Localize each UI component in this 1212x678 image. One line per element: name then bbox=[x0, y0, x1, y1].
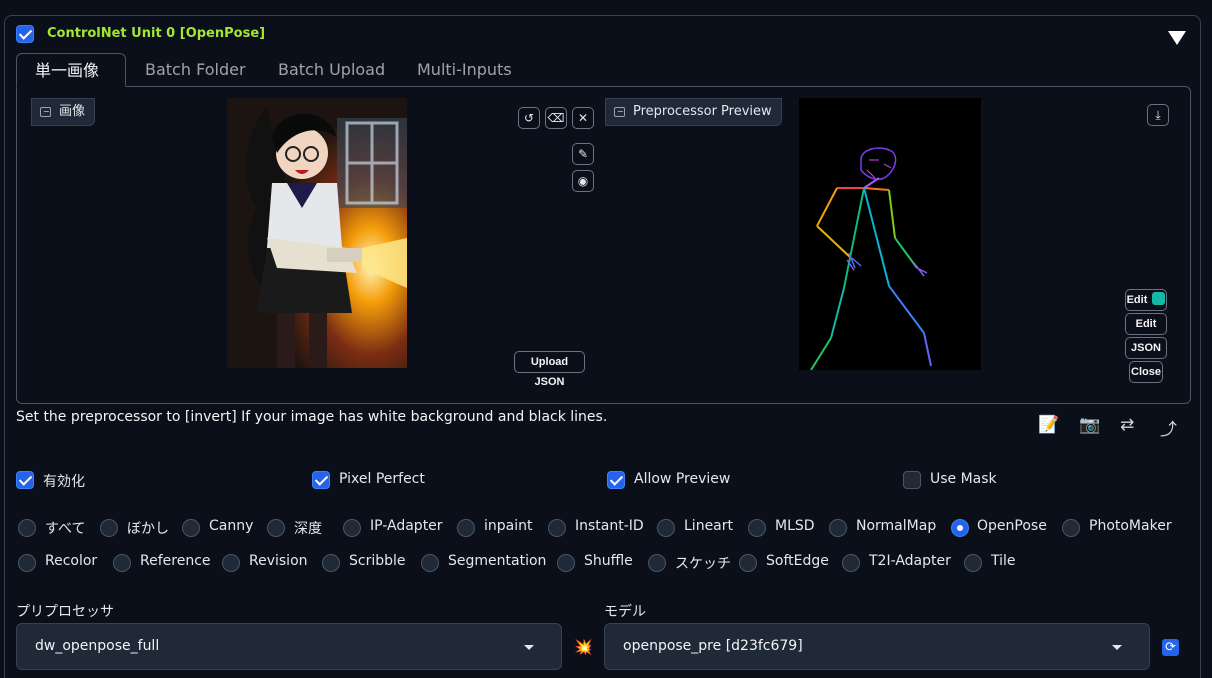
allow-preview-label: Allow Preview bbox=[634, 471, 731, 487]
tab-batch-folder[interactable]: Batch Folder bbox=[127, 53, 264, 87]
image-label: 画像 bbox=[31, 98, 96, 126]
radio-segmentation[interactable] bbox=[421, 554, 439, 572]
unit-enable-checkbox[interactable] bbox=[16, 25, 34, 43]
upload-json-button[interactable]: Upload JSON bbox=[514, 351, 585, 388]
radio-t2i-adapter-label: T2I-Adapter bbox=[869, 553, 951, 569]
radio-all[interactable] bbox=[18, 519, 36, 537]
radio-canny-label: Canny bbox=[209, 518, 254, 534]
radio-mlsd-label: MLSD bbox=[775, 518, 815, 534]
close-button[interactable]: Close bbox=[1129, 361, 1163, 383]
radio-normalmap-label: NormalMap bbox=[856, 518, 937, 534]
model-select[interactable]: openpose_pre [d23fc679] bbox=[604, 623, 1150, 670]
radio-inpaint-label: inpaint bbox=[484, 518, 533, 534]
image-icon bbox=[614, 107, 625, 117]
edit-photopea-label: Edit bbox=[1126, 294, 1148, 306]
radio-inpaint[interactable] bbox=[457, 519, 475, 537]
radio-photomaker[interactable] bbox=[1062, 519, 1080, 537]
radio-sketch-label: スケッチ bbox=[675, 556, 731, 572]
preprocessor-hint: Set the preprocessor to [invert] If your… bbox=[16, 409, 608, 425]
radio-photomaker-label: PhotoMaker bbox=[1089, 518, 1172, 534]
tab-content bbox=[16, 86, 1191, 404]
download-icon[interactable]: ⤓ bbox=[1147, 104, 1169, 126]
radio-mlsd[interactable] bbox=[748, 519, 766, 537]
radio-revision[interactable] bbox=[222, 554, 240, 572]
unit-title: ControlNet Unit 0 [OpenPose] bbox=[47, 26, 266, 41]
radio-canny[interactable] bbox=[182, 519, 200, 537]
radio-sketch[interactable] bbox=[648, 554, 666, 572]
radio-tile-label: Tile bbox=[991, 553, 1016, 569]
radio-blur-label: ぼかし bbox=[127, 521, 169, 537]
use-mask-label: Use Mask bbox=[930, 471, 997, 487]
enable-checkbox[interactable] bbox=[16, 471, 34, 489]
preview-label-text: Preprocessor Preview bbox=[633, 104, 772, 119]
tab-multi-inputs[interactable]: Multi-Inputs bbox=[399, 53, 530, 87]
preprocessor-select[interactable]: dw_openpose_full bbox=[16, 623, 562, 670]
radio-recolor-label: Recolor bbox=[45, 553, 98, 569]
refresh-icon[interactable]: ⟳ bbox=[1162, 639, 1179, 656]
radio-lineart-label: Lineart bbox=[684, 518, 733, 534]
radio-tile[interactable] bbox=[964, 554, 982, 572]
close-icon[interactable]: ✕ bbox=[572, 107, 594, 129]
tab-single-image[interactable]: 単一画像 bbox=[16, 53, 126, 87]
radio-depth[interactable] bbox=[267, 519, 285, 537]
notepad-icon[interactable]: 📝 bbox=[1038, 415, 1059, 435]
allow-preview-checkbox[interactable] bbox=[607, 471, 625, 489]
json-button[interactable]: JSON bbox=[1125, 337, 1167, 359]
enable-label: 有効化 bbox=[43, 474, 85, 490]
edit-photopea-button[interactable]: Edit bbox=[1125, 289, 1167, 311]
brush-icon[interactable]: ✎ bbox=[572, 143, 594, 165]
radio-openpose-label: OpenPose bbox=[977, 518, 1047, 534]
preview-label: Preprocessor Preview bbox=[605, 98, 782, 126]
radio-revision-label: Revision bbox=[249, 553, 308, 569]
send-arrow-icon[interactable]: ⤴ bbox=[1160, 415, 1177, 440]
preprocessor-value: dw_openpose_full bbox=[35, 638, 160, 654]
chevron-down-icon bbox=[524, 645, 534, 650]
radio-shuffle-label: Shuffle bbox=[584, 553, 633, 569]
image-label-text: 画像 bbox=[59, 104, 86, 119]
camera-icon[interactable]: 📷 bbox=[1079, 415, 1100, 435]
edit-button[interactable]: Edit bbox=[1125, 313, 1167, 335]
radio-t2i-adapter[interactable] bbox=[842, 554, 860, 572]
radio-lineart[interactable] bbox=[657, 519, 675, 537]
collapse-arrow-icon[interactable] bbox=[1168, 31, 1186, 45]
radio-scribble[interactable] bbox=[322, 554, 340, 572]
palette-icon[interactable]: ◉ bbox=[572, 170, 594, 192]
undo-icon[interactable]: ↺ bbox=[518, 107, 540, 129]
eraser-icon[interactable]: ⌫ bbox=[545, 107, 567, 129]
photopea-icon bbox=[1152, 292, 1166, 305]
radio-softedge[interactable] bbox=[739, 554, 757, 572]
use-mask-checkbox[interactable] bbox=[903, 471, 921, 489]
explosion-icon[interactable]: 💥 bbox=[574, 638, 593, 656]
radio-softedge-label: SoftEdge bbox=[766, 553, 829, 569]
radio-ip-adapter-label: IP-Adapter bbox=[370, 518, 443, 534]
radio-instant-id[interactable] bbox=[548, 519, 566, 537]
tab-batch-upload[interactable]: Batch Upload bbox=[260, 53, 403, 87]
chevron-down-icon bbox=[1112, 645, 1122, 650]
radio-instant-id-label: Instant-ID bbox=[575, 518, 644, 534]
radio-all-label: すべて bbox=[45, 521, 86, 537]
pixel-perfect-label: Pixel Perfect bbox=[339, 471, 425, 487]
image-icon bbox=[40, 107, 51, 117]
radio-scribble-label: Scribble bbox=[349, 553, 406, 569]
preprocessor-label: プリプロセッサ bbox=[16, 604, 114, 620]
radio-depth-label: 深度 bbox=[294, 521, 322, 537]
swap-icon[interactable]: ⇄ bbox=[1120, 415, 1134, 435]
model-label: モデル bbox=[604, 604, 646, 620]
radio-recolor[interactable] bbox=[18, 554, 36, 572]
radio-reference-label: Reference bbox=[140, 553, 211, 569]
source-image[interactable] bbox=[227, 98, 407, 368]
radio-ip-adapter[interactable] bbox=[343, 519, 361, 537]
radio-blur[interactable] bbox=[100, 519, 118, 537]
model-value: openpose_pre [d23fc679] bbox=[623, 638, 803, 654]
radio-normalmap[interactable] bbox=[829, 519, 847, 537]
radio-reference[interactable] bbox=[113, 554, 131, 572]
radio-shuffle[interactable] bbox=[557, 554, 575, 572]
preprocessor-preview-image bbox=[799, 98, 981, 371]
pixel-perfect-checkbox[interactable] bbox=[312, 471, 330, 489]
radio-segmentation-label: Segmentation bbox=[448, 553, 547, 569]
radio-openpose[interactable] bbox=[951, 519, 969, 537]
